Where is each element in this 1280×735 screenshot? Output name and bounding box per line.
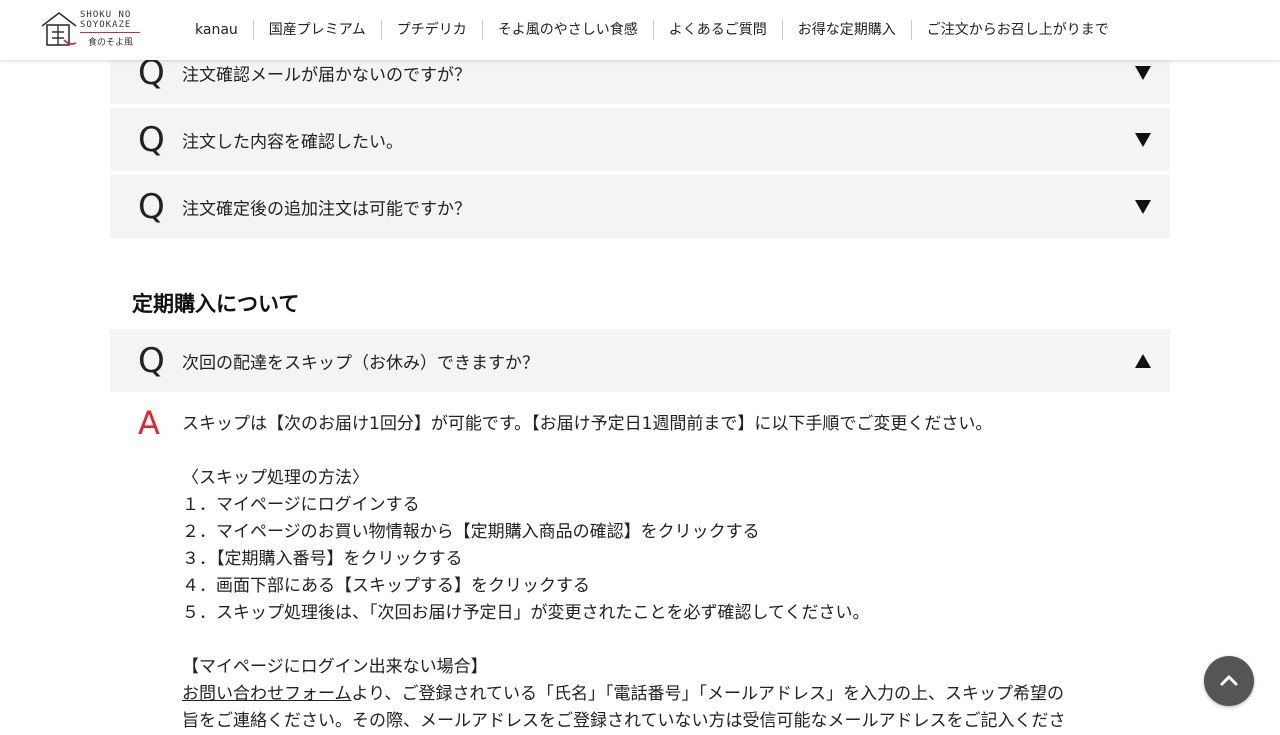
question-mark: Q bbox=[138, 52, 165, 93]
nav-item-subscription[interactable]: お得な定期購入 bbox=[781, 20, 911, 40]
answer-blank-line bbox=[182, 438, 1142, 465]
question-mark: Q bbox=[138, 340, 165, 381]
faq-question: 注文確定後の追加注文は可能ですか？ bbox=[182, 199, 471, 219]
section-title: 定期購入について bbox=[132, 292, 300, 316]
logo-text-line1: SHOKU NO bbox=[80, 10, 132, 20]
answer-body: スキップは【次のお届け1回分】が可能です。【お届け予定日1週間前まで】に以下手順… bbox=[182, 411, 1142, 735]
answer-step: ４．画面下部にある【スキップする】をクリックする bbox=[182, 576, 590, 596]
logo-text-line3: 食のそよ風 bbox=[88, 38, 134, 48]
logo-rule bbox=[80, 32, 140, 33]
expand-arrow-icon bbox=[1135, 132, 1151, 147]
contact-form-link[interactable]: お問い合わせフォーム bbox=[182, 684, 352, 704]
back-to-top-button[interactable] bbox=[1204, 656, 1254, 706]
answer-step: ２．マイページのお買い物情報から【定期購入商品の確認】をクリックする bbox=[182, 522, 760, 542]
nav-item-premium[interactable]: 国産プレミアム bbox=[252, 20, 381, 40]
logo-text-line2: SOYOKAZE bbox=[80, 20, 132, 30]
faq-item[interactable]: Q 注文した内容を確認したい。 bbox=[110, 108, 1170, 171]
faq-item[interactable]: Q 注文確定後の追加注文は可能ですか？ bbox=[110, 175, 1170, 238]
question-mark: Q bbox=[138, 119, 165, 160]
nav-item-order-guide[interactable]: ご注文からお召し上がりまで bbox=[910, 20, 1124, 40]
answer-step: ３．【定期購入番号】をクリックする bbox=[182, 549, 463, 569]
expand-arrow-icon bbox=[1135, 65, 1151, 80]
answer-line: お問い合わせフォームより、ご登録されている「氏名」「電話番号」「メールアドレス」… bbox=[182, 681, 1142, 708]
nav-item-soft-texture[interactable]: そよ風のやさしい食感 bbox=[481, 20, 653, 40]
faq-question: 注文確認メールが届かないのですが？ bbox=[182, 65, 471, 85]
answer-text: より、ご登録されている「氏名」「電話番号」「メールアドレス」を入力の上、スキップ… bbox=[351, 684, 1064, 704]
logo-mark-icon bbox=[41, 11, 77, 46]
nav-item-faq[interactable]: よくあるご質問 bbox=[652, 20, 782, 40]
faq-question: 注文した内容を確認したい。 bbox=[182, 132, 403, 152]
chevron-up-icon bbox=[1220, 675, 1238, 686]
question-mark: Q bbox=[138, 186, 165, 227]
faq-question: 次回の配達をスキップ（お休み）できますか？ bbox=[182, 353, 539, 373]
answer-mark: A bbox=[138, 404, 160, 442]
answer-line: スキップは【次のお届け1回分】が可能です。【お届け予定日1週間前まで】に以下手順… bbox=[182, 414, 993, 434]
answer-step: １．マイページにログインする bbox=[182, 495, 420, 515]
answer-step: ５．スキップ処理後は、「次回お届け予定日」が変更されたことを必ず確認してください… bbox=[182, 603, 870, 623]
nav-item-kanau[interactable]: kanau bbox=[180, 20, 253, 40]
faq-item-expanded[interactable]: Q 次回の配達をスキップ（お休み）できますか？ bbox=[110, 329, 1170, 392]
answer-blank-line bbox=[182, 627, 1142, 654]
expand-arrow-icon bbox=[1135, 199, 1151, 214]
collapse-arrow-icon bbox=[1135, 353, 1151, 368]
main-nav: kanau 国産プレミアム プチデリカ そよ風のやさしい食感 よくあるご質問 お… bbox=[180, 18, 1124, 42]
site-header: SHOKU NO SOYOKAZE 食のそよ風 kanau 国産プレミアム プチ… bbox=[0, 0, 1280, 60]
answer-line: 【マイページにログイン出来ない場合】 bbox=[182, 657, 488, 677]
site-logo[interactable]: SHOKU NO SOYOKAZE 食のそよ風 bbox=[38, 8, 148, 52]
answer-line: 旨をご連絡ください。その際、メールアドレスをご登録されていない方は受信可能なメー… bbox=[182, 711, 1066, 731]
answer-line: 〈スキップ処理の方法〉 bbox=[182, 468, 369, 488]
nav-item-petit-delica[interactable]: プチデリカ bbox=[380, 20, 482, 40]
